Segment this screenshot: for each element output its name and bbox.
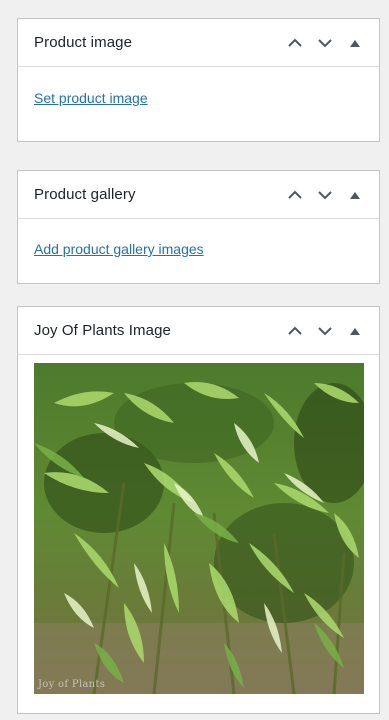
chevron-down-icon — [318, 39, 332, 48]
chevron-down-icon — [318, 327, 332, 336]
chevron-up-icon — [288, 326, 302, 335]
product-image-title: Product image — [34, 34, 133, 51]
joy-of-plants-image-header: Joy Of Plants Image — [18, 307, 379, 355]
set-product-image-link[interactable]: Set product image — [34, 88, 148, 108]
toggle-panel-button[interactable] — [341, 29, 369, 57]
chevron-down-icon — [318, 191, 332, 200]
product-gallery-inside: Add product gallery images — [18, 219, 379, 259]
toggle-panel-button[interactable] — [341, 317, 369, 345]
product-gallery-header: Product gallery — [18, 171, 379, 219]
product-gallery-title: Product gallery — [34, 186, 136, 203]
move-down-button[interactable] — [311, 181, 339, 209]
bamboo-photo-image — [34, 363, 364, 694]
product-image-inside: Set product image — [18, 67, 379, 108]
product-image-box: Product image Set product image — [17, 18, 380, 142]
joy-of-plants-handle-actions — [279, 307, 369, 355]
triangle-up-icon — [350, 327, 360, 335]
product-gallery-handle-actions — [279, 171, 369, 219]
move-up-button[interactable] — [281, 181, 309, 209]
photo-watermark: Joy of Plants — [38, 679, 106, 690]
joy-of-plants-photo[interactable]: Joy of Plants — [34, 363, 364, 694]
move-down-button[interactable] — [311, 317, 339, 345]
product-image-header: Product image — [18, 19, 379, 67]
add-product-gallery-images-link[interactable]: Add product gallery images — [34, 239, 204, 259]
move-up-button[interactable] — [281, 317, 309, 345]
triangle-up-icon — [350, 191, 360, 199]
triangle-up-icon — [350, 39, 360, 47]
product-image-handle-actions — [279, 19, 369, 67]
chevron-up-icon — [288, 38, 302, 47]
move-down-button[interactable] — [311, 29, 339, 57]
sidebar-column: Product image Set product image Product … — [0, 0, 389, 720]
chevron-up-icon — [288, 190, 302, 199]
toggle-panel-button[interactable] — [341, 181, 369, 209]
move-up-button[interactable] — [281, 29, 309, 57]
joy-of-plants-image-box: Joy Of Plants Image Joy of Plants — [17, 306, 380, 714]
product-gallery-box: Product gallery Add product gallery imag… — [17, 170, 380, 284]
joy-of-plants-image-title: Joy Of Plants Image — [34, 322, 171, 339]
